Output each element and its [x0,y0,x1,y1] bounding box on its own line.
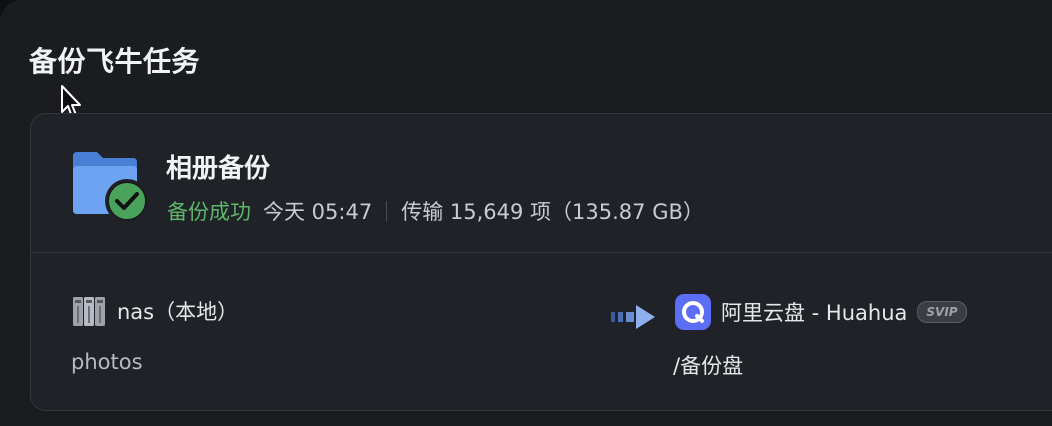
page-title: 备份飞牛任务 [29,45,201,78]
svip-badge: SVIP [917,301,967,323]
task-panel: 备份飞牛任务 相册备份 备份成功 今天 05:47 传输 15,649 项（13… [0,0,1052,426]
transfer-summary: 传输 15,649 项（135.87 GB） [401,200,704,224]
source-path: photos [71,350,143,374]
task-meta: 备份成功 今天 05:47 传输 15,649 项（135.87 GB） [167,196,704,226]
task-header: 相册备份 备份成功 今天 05:47 传输 15,649 项（135.87 GB… [31,114,1052,253]
aliyun-drive-icon [675,294,711,330]
folder-success-icon [73,152,149,223]
destination-path: /备份盘 [673,354,744,378]
source-device: nas（本地） [71,294,238,328]
task-name: 相册备份 [166,154,271,184]
backup-task-card[interactable]: 相册备份 备份成功 今天 05:47 传输 15,649 项（135.87 GB… [30,113,1052,411]
nas-server-icon [73,297,105,326]
transfer-arrow-icon [611,305,655,329]
task-time: 今天 05:47 [263,200,373,224]
meta-divider [386,201,388,221]
destination-label: 阿里云盘 - Huahua [721,301,908,325]
destination-drive: 阿里云盘 - Huahua SVIP [675,294,967,330]
status-badge: 备份成功 [167,200,251,224]
source-label: nas（本地） [117,300,239,324]
